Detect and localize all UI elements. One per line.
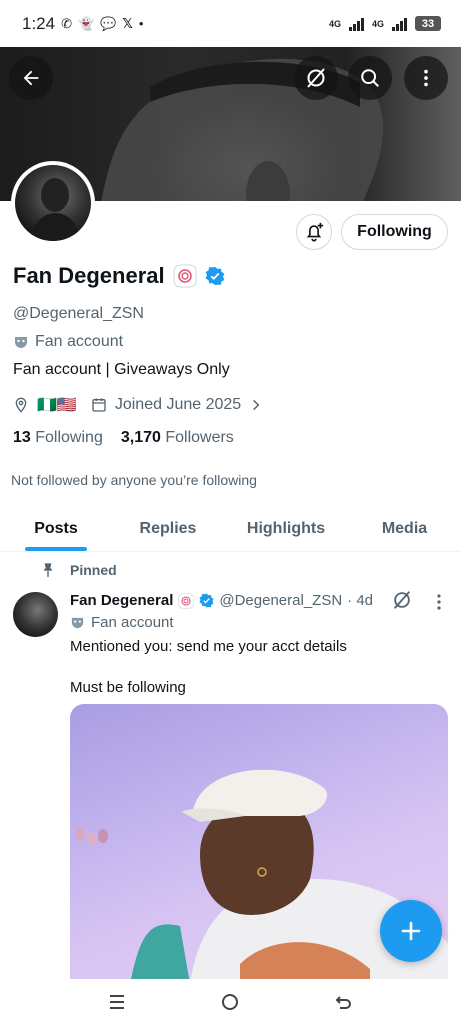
followers-count-link[interactable]: 3,170 Followers <box>121 429 234 447</box>
post-age: · 4d <box>347 592 374 609</box>
grok-button[interactable] <box>294 56 338 100</box>
whatsapp-icon: ✆ <box>61 15 72 31</box>
post-text-line-1: Mentioned you: send me your acct details <box>70 638 347 655</box>
dot-icon: • <box>138 16 144 31</box>
post-author-name[interactable]: Fan Degeneral <box>70 592 173 609</box>
following-button[interactable]: Following <box>341 214 448 250</box>
signal-icon <box>348 17 364 31</box>
arrow-left-icon <box>23 70 39 86</box>
post-more-icon[interactable] <box>432 592 446 612</box>
tab-media[interactable]: Media <box>348 506 461 551</box>
grok-icon[interactable] <box>391 589 413 611</box>
tab-highlights[interactable]: Highlights <box>224 506 348 551</box>
joined-date: Joined June 2025 <box>114 396 242 413</box>
profile-name-row: Fan Degeneral <box>13 263 225 289</box>
status-time: 1:24 <box>22 13 56 33</box>
post-avatar[interactable] <box>13 592 58 637</box>
status-bar: 1:24 ✆ 👻 💬 𝕏 • 4G 4G 33 <box>0 0 461 47</box>
profile-meta: 🇳🇬🇺🇸 Joined June 2025 <box>13 395 263 415</box>
location-flags: 🇳🇬🇺🇸 <box>37 397 77 414</box>
more-vertical-icon <box>424 69 428 87</box>
verified-badge-icon <box>199 593 214 608</box>
mask-icon <box>71 617 84 629</box>
chevron-right-icon[interactable] <box>249 398 263 412</box>
back-nav-icon[interactable] <box>334 992 354 1012</box>
search-button[interactable] <box>348 56 392 100</box>
tab-posts[interactable]: Posts <box>0 506 112 551</box>
compose-button[interactable] <box>380 900 442 962</box>
pin-icon <box>43 563 53 578</box>
followers-count: 3,170 <box>120 429 161 446</box>
post-fan-account: Fan account <box>70 614 174 631</box>
calendar-icon <box>92 398 106 412</box>
following-count: 13 <box>13 429 31 446</box>
search-icon <box>361 69 379 87</box>
menu-icon[interactable] <box>107 993 127 1011</box>
location-icon <box>15 397 27 413</box>
fan-account-text: Fan account <box>35 333 124 350</box>
snapchat-icon: 👻 <box>78 15 95 31</box>
avatar-photo <box>29 178 81 241</box>
not-followed-note: Not followed by anyone you’re following <box>11 472 257 488</box>
signal-icon-2 <box>392 17 407 31</box>
plus-icon <box>401 921 421 941</box>
profile-handle: @Degeneral_ZSN <box>13 305 144 322</box>
notify-button[interactable] <box>296 214 332 250</box>
affiliate-badge-icon <box>178 592 195 609</box>
following-label: Following <box>35 429 103 446</box>
post-fan-text: Fan account <box>91 614 174 631</box>
tab-replies[interactable]: Replies <box>112 506 224 551</box>
home-circle-icon[interactable] <box>220 992 240 1012</box>
pinned-text: Pinned <box>70 562 117 578</box>
back-button[interactable] <box>9 56 53 100</box>
display-name: Fan Degeneral <box>13 263 165 288</box>
chat-icon: 💬 <box>100 15 117 31</box>
affiliate-badge-icon[interactable] <box>173 264 197 288</box>
more-button[interactable] <box>404 56 448 100</box>
fan-account-label: Fan account <box>13 333 123 351</box>
follow-counts: 13 Following 3,170 Followers <box>13 429 234 447</box>
profile-tabs: Posts Replies Highlights Media <box>0 506 461 552</box>
system-nav-bar <box>0 979 461 1024</box>
post-header: Fan Degeneral @Degeneral_ZSN · 4d <box>70 592 373 609</box>
followers-label: Followers <box>165 429 234 446</box>
post-author-handle: @Degeneral_ZSN <box>219 592 343 609</box>
profile-avatar[interactable] <box>11 161 95 245</box>
verified-badge-icon[interactable] <box>205 266 225 286</box>
mask-icon <box>15 337 27 348</box>
x-icon: 𝕏 <box>122 15 133 31</box>
following-count-link[interactable]: 13 Following <box>13 429 103 447</box>
profile-bio: Fan account | Giveaways Only <box>13 361 230 378</box>
post-text-line-2: Must be following <box>70 679 186 696</box>
network-label-1: 4G <box>328 18 341 29</box>
bell-plus-icon <box>306 222 324 242</box>
network-label-2: 4G <box>371 18 384 29</box>
pinned-label: Pinned <box>40 562 117 578</box>
grok-icon <box>307 68 325 88</box>
battery-icon: 33 <box>415 16 441 31</box>
